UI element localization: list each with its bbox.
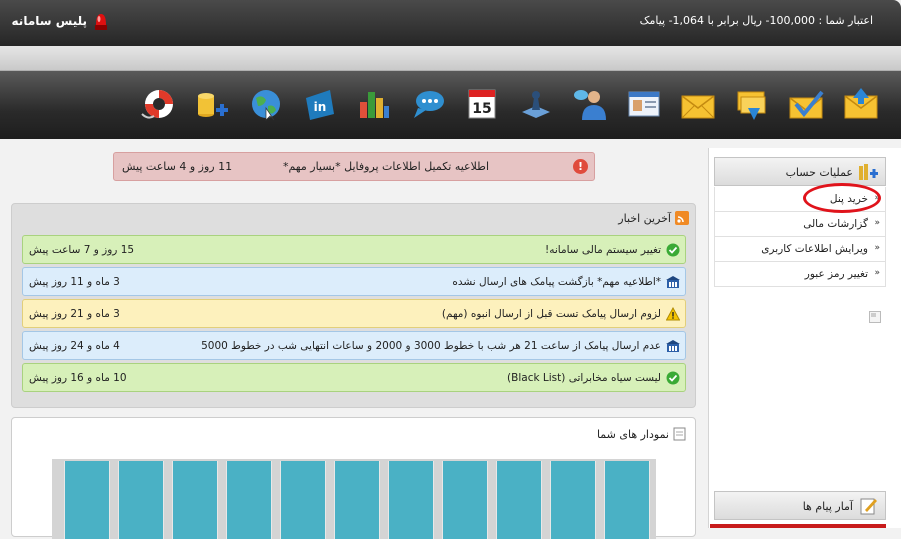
envelope-stack-icon[interactable] bbox=[733, 85, 771, 123]
sidebar-item-change-password[interactable]: «تغییر رمز عبور bbox=[714, 262, 886, 287]
message-stats-title: آمار پیام ها bbox=[802, 500, 853, 513]
main-toolbar: 15 in bbox=[0, 71, 901, 139]
sidebar-item-financial-reports[interactable]: «گزارشات مالی bbox=[714, 212, 886, 237]
chart-bar bbox=[496, 461, 542, 539]
news-item-text: عدم ارسال پیامک از ساعت 21 هر شب با خطوط… bbox=[201, 340, 661, 352]
chevron-left-icon: « bbox=[874, 243, 880, 253]
chevron-left-icon: « bbox=[874, 218, 880, 228]
top-bar: پلیس سامانه اعتبار شما : 100,000- ریال ب… bbox=[0, 0, 901, 46]
news-item-time: 3 ماه و 21 روز پیش bbox=[29, 308, 120, 320]
latest-news-panel: آخرین اخبار تغییر سیستم مالی سامانه! 15 ر… bbox=[11, 203, 696, 408]
svg-text:15: 15 bbox=[472, 101, 491, 117]
sub-bar bbox=[0, 46, 901, 71]
chart-bar bbox=[280, 461, 326, 539]
chevron-left-icon: « bbox=[874, 268, 880, 278]
envelope-open-icon[interactable] bbox=[679, 85, 717, 123]
chart-area bbox=[52, 459, 656, 539]
alert-message[interactable]: اطلاعیه تکمیل اطلاعات پروفایل *بسیار مهم… bbox=[283, 160, 489, 173]
news-item-text: لزوم ارسال پیامک تست قبل از ارسال انبوه … bbox=[441, 308, 661, 320]
profile-alert: ! اطلاعیه تکمیل اطلاعات پروفایل *بسیار م… bbox=[113, 152, 595, 181]
account-operations-title: عملیات حساب bbox=[785, 166, 853, 179]
credit-balance: اعتبار شما : 100,000- ریال برابر با 1,06… bbox=[639, 14, 873, 27]
calendar-icon[interactable]: 15 bbox=[463, 85, 501, 123]
edit-note-icon bbox=[860, 498, 877, 515]
news-item[interactable]: لزوم ارسال پیامک تست قبل از ارسال انبوه … bbox=[22, 299, 686, 328]
charts-title: نمودار های شما bbox=[596, 427, 669, 441]
building-icon bbox=[666, 276, 680, 288]
small-window-icon bbox=[869, 311, 881, 323]
news-item[interactable]: لیست سیاه مخابراتی (Black List) 10 ماه و … bbox=[22, 363, 686, 392]
red-strip bbox=[710, 524, 886, 528]
chart-bar bbox=[604, 461, 650, 539]
news-item-time: 3 ماه و 11 روز پیش bbox=[29, 276, 120, 288]
siren-icon bbox=[95, 14, 107, 30]
bar-chart-icon[interactable] bbox=[355, 85, 393, 123]
warning-icon bbox=[666, 307, 680, 321]
linkedin-icon[interactable]: in bbox=[301, 85, 339, 123]
chart-bar bbox=[334, 461, 380, 539]
id-card-icon[interactable] bbox=[625, 85, 663, 123]
news-item[interactable]: *اطلاعیه مهم* بازگشت پیامک های ارسال نشد… bbox=[22, 267, 686, 296]
news-list: تغییر سیستم مالی سامانه! 15 روز و 7 ساعت … bbox=[22, 235, 686, 395]
building-icon bbox=[666, 340, 680, 352]
contacts-icon[interactable] bbox=[571, 85, 609, 123]
coins-add-icon[interactable] bbox=[193, 85, 231, 123]
svg-text:in: in bbox=[314, 100, 327, 114]
news-header: آخرین اخبار bbox=[618, 211, 689, 225]
sidebar-item-edit-profile[interactable]: «ویرایش اطلاعات کاربری bbox=[714, 237, 886, 262]
news-item-text: لیست سیاه مخابراتی (Black List) bbox=[507, 372, 661, 384]
chart-bar bbox=[226, 461, 272, 539]
news-item-time: 15 روز و 7 ساعت پیش bbox=[29, 244, 135, 256]
globe-icon[interactable] bbox=[247, 85, 285, 123]
rss-icon bbox=[675, 211, 689, 225]
news-item[interactable]: عدم ارسال پیامک از ساعت 21 هر شب با خطوط… bbox=[22, 331, 686, 360]
message-stats-header: آمار پیام ها bbox=[714, 491, 886, 520]
news-item-text: *اطلاعیه مهم* بازگشت پیامک های ارسال نشد… bbox=[452, 276, 661, 288]
check-icon bbox=[666, 371, 680, 385]
alert-icon: ! bbox=[573, 159, 588, 174]
chat-icon[interactable] bbox=[409, 85, 447, 123]
news-item-time: 4 ماه و 24 روز پیش bbox=[29, 340, 120, 352]
brand[interactable]: پلیس سامانه bbox=[12, 11, 109, 31]
highlight-circle bbox=[803, 183, 881, 213]
chart-bar bbox=[118, 461, 164, 539]
envelope-check-icon[interactable] bbox=[787, 85, 825, 123]
account-operations-header: عملیات حساب bbox=[714, 157, 886, 186]
alert-time: 11 روز و 4 ساعت پیش bbox=[122, 160, 233, 173]
news-item[interactable]: تغییر سیستم مالی سامانه! 15 روز و 7 ساعت … bbox=[22, 235, 686, 264]
news-item-time: 10 ماه و 16 روز پیش bbox=[29, 372, 127, 384]
chess-piece-icon[interactable] bbox=[517, 85, 555, 123]
lifebuoy-icon[interactable] bbox=[139, 85, 177, 123]
news-title: آخرین اخبار bbox=[618, 211, 671, 225]
chart-bar bbox=[388, 461, 434, 539]
charts-panel: نمودار های شما bbox=[11, 417, 696, 539]
envelope-up-icon[interactable] bbox=[842, 85, 880, 123]
check-icon bbox=[666, 243, 680, 257]
chart-bar bbox=[64, 461, 110, 539]
chart-bar bbox=[550, 461, 596, 539]
brand-name: پلیس سامانه bbox=[11, 14, 87, 28]
chart-bar bbox=[172, 461, 218, 539]
account-icon bbox=[859, 164, 878, 180]
document-icon bbox=[673, 427, 686, 441]
news-item-text: تغییر سیستم مالی سامانه! bbox=[545, 244, 661, 256]
charts-header: نمودار های شما bbox=[597, 427, 687, 441]
chart-bar bbox=[442, 461, 488, 539]
